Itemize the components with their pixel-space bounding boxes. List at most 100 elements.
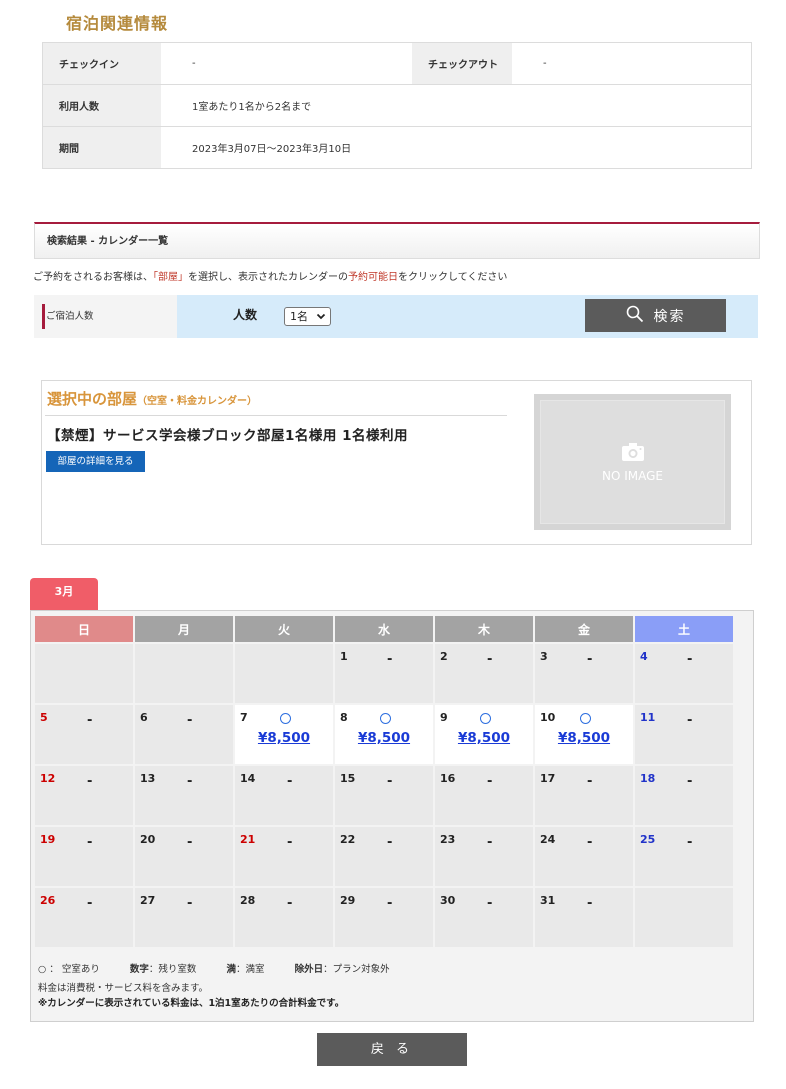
calendar-day-cell: 22 - (335, 827, 433, 886)
day-number: 11 (640, 711, 656, 724)
calendar-week-row: 26 - 27 - 28 - 29 - 30 - 31 - (35, 888, 733, 947)
day-status: - (387, 652, 393, 667)
period-label: 期間 (42, 126, 161, 169)
back-button[interactable]: 戻 る (317, 1033, 467, 1066)
calendar-day-cell: 20 - (135, 827, 233, 886)
legend-excluded-label: 除外日 (294, 964, 324, 975)
day-price-link[interactable]: ¥8,500 (535, 730, 633, 746)
day-status: - (687, 835, 693, 850)
search-button-label: 検索 (653, 308, 686, 325)
calendar-day-cell: 15 - (335, 766, 433, 825)
day-status: - (587, 652, 593, 667)
calendar-week-row: 1-2-3-4- (35, 644, 733, 703)
calendar-day-cell (135, 644, 233, 703)
day-price-link[interactable]: ¥8,500 (235, 730, 333, 746)
room-detail-button[interactable]: 部屋の詳細を見る (46, 451, 145, 472)
day-status: - (287, 896, 293, 911)
day-number: 13 (140, 772, 156, 785)
day-number: 7 (240, 711, 248, 724)
guests-search-label: ご宿泊人数 (34, 295, 177, 338)
day-status: - (687, 713, 693, 728)
divider (45, 415, 507, 416)
calendar-day-cell: 1- (335, 644, 433, 703)
day-number: 28 (240, 894, 256, 907)
checkin-label: チェックイン (42, 42, 161, 85)
no-image-text: NO IMAGE (601, 468, 663, 483)
legend-excluded-text: ：プラン対象外 (323, 964, 390, 975)
weekday-header: 金 (535, 616, 633, 642)
accent-bar (42, 304, 45, 329)
calendar-week-row: 12 - 13 - 14 - 15 - 16 - 17 - 18 - (35, 766, 733, 825)
day-price-link[interactable]: ¥8,500 (435, 730, 533, 746)
day-price-link[interactable]: ¥8,500 (335, 730, 433, 746)
available-circle-icon (380, 713, 391, 724)
day-number: 1 (340, 650, 348, 663)
calendar-day-cell (35, 644, 133, 703)
weekday-header: 月 (135, 616, 233, 642)
calendar-day-cell (235, 644, 333, 703)
calendar-day-cell: 14 - (235, 766, 333, 825)
table-row: 利用人数 1室あたり1名から2名まで (42, 84, 752, 127)
day-number: 4 (640, 650, 648, 663)
calendar-day-cell: 21 - (235, 827, 333, 886)
calendar-week-row: 5-6-7 ¥8,500 8 ¥8,500 9 ¥8,500 10 ¥8,500 11- (35, 705, 733, 764)
calendar-day-cell: 28 - (235, 888, 333, 947)
lodging-title: 宿泊関連情報 (66, 14, 169, 33)
calendar-day-cell: 18 - (635, 766, 733, 825)
day-status: - (87, 835, 93, 850)
room-name: 【禁煙】サービス学会様ブロック部屋1名様用 1名様利用 (47, 428, 408, 444)
day-number: 30 (440, 894, 456, 907)
notice-post: をクリックしてください (398, 272, 508, 283)
people-select[interactable]: 1名 (284, 307, 331, 326)
results-header: 検索結果 - カレンダー一覧 (34, 222, 760, 259)
search-button[interactable]: 検索 (585, 299, 726, 332)
checkout-value: - (512, 42, 752, 85)
legend-available: ○ ： 空室あり (38, 964, 100, 975)
day-number: 15 (340, 772, 356, 785)
booking-notice: ご予約をされるお客様は、「部屋」を選択し、表示されたカレンダーの予約可能日をクリ… (33, 268, 507, 283)
calendar-day-cell: 16 - (435, 766, 533, 825)
day-status: - (387, 774, 393, 789)
day-number: 20 (140, 833, 156, 846)
calendar-day-cell[interactable]: 9 ¥8,500 (435, 705, 533, 764)
table-row: チェックイン - チェックアウト - (42, 42, 752, 85)
day-number: 29 (340, 894, 356, 907)
available-circle-icon (280, 713, 291, 724)
day-status: - (187, 713, 193, 728)
month-tab[interactable]: 3月 (30, 578, 98, 610)
day-number: 23 (440, 833, 456, 846)
calendar-day-cell[interactable]: 10 ¥8,500 (535, 705, 633, 764)
day-number: 17 (540, 772, 556, 785)
calendar-day-cell: 12 - (35, 766, 133, 825)
day-number: 25 (640, 833, 656, 846)
guests-label: 利用人数 (42, 84, 161, 127)
calendar-day-cell: 19 - (35, 827, 133, 886)
available-circle-icon (580, 713, 591, 724)
calendar-day-cell: 13 - (135, 766, 233, 825)
day-number: 21 (240, 833, 256, 846)
selected-room-title-text: 選択中の部屋 (47, 390, 138, 408)
calendar-day-cell: 11 - (635, 705, 733, 764)
notice-avail: 予約可能日 (348, 272, 398, 283)
weekday-header: 火 (235, 616, 333, 642)
weekday-header: 土 (635, 616, 733, 642)
day-number: 27 (140, 894, 156, 907)
calendar-day-cell: 27 - (135, 888, 233, 947)
notice-pre: ご予約をされるお客様は、 (33, 272, 153, 283)
checkout-label: チェックアウト (412, 42, 512, 85)
day-number: 9 (440, 711, 448, 724)
legend-number-text: ：残り室数 (148, 964, 197, 975)
table-row: 期間 2023年3月07日～2023年3月10日 (42, 126, 752, 169)
tax-note: 料金は消費税・サービス料を含みます。 (38, 983, 209, 994)
day-status: - (687, 774, 693, 789)
day-number: 10 (540, 711, 556, 724)
day-number: 19 (40, 833, 56, 846)
day-status: - (87, 896, 93, 911)
day-status: - (387, 835, 393, 850)
calendar-day-cell[interactable]: 8 ¥8,500 (335, 705, 433, 764)
guests-value: 1室あたり1名から2名まで (161, 84, 752, 127)
notice-room: 「部屋」 (153, 272, 188, 283)
calendar-day-cell[interactable]: 7 ¥8,500 (235, 705, 333, 764)
calendar-day-cell: 25 - (635, 827, 733, 886)
price-note: ※カレンダーに表示されている料金は、1泊1室あたりの合計料金です。 (38, 998, 345, 1009)
